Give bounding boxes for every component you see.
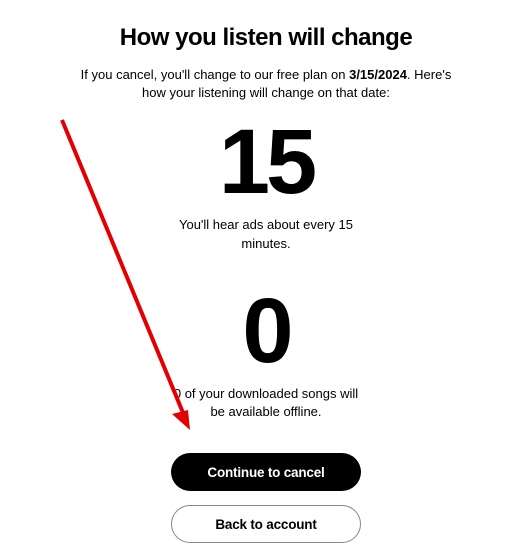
page-title: How you listen will change — [120, 24, 412, 52]
subtitle-prefix: If you cancel, you'll change to our free… — [81, 67, 349, 82]
stat-downloads-caption: 0 of your downloaded songs will be avail… — [166, 385, 366, 421]
stat-downloads-number: 0 — [242, 285, 289, 377]
subtitle-text: If you cancel, you'll change to our free… — [76, 66, 456, 102]
stat-ads: 15 You'll hear ads about every 15 minute… — [166, 110, 366, 278]
stat-ads-number: 15 — [219, 116, 313, 208]
stat-downloads: 0 0 of your downloaded songs will be ava… — [166, 279, 366, 447]
subtitle-date: 3/15/2024 — [349, 67, 407, 82]
back-to-account-button[interactable]: Back to account — [171, 505, 361, 543]
stat-ads-caption: You'll hear ads about every 15 minutes. — [166, 216, 366, 252]
button-group: Continue to cancel Back to account — [171, 453, 361, 543]
continue-to-cancel-button[interactable]: Continue to cancel — [171, 453, 361, 491]
